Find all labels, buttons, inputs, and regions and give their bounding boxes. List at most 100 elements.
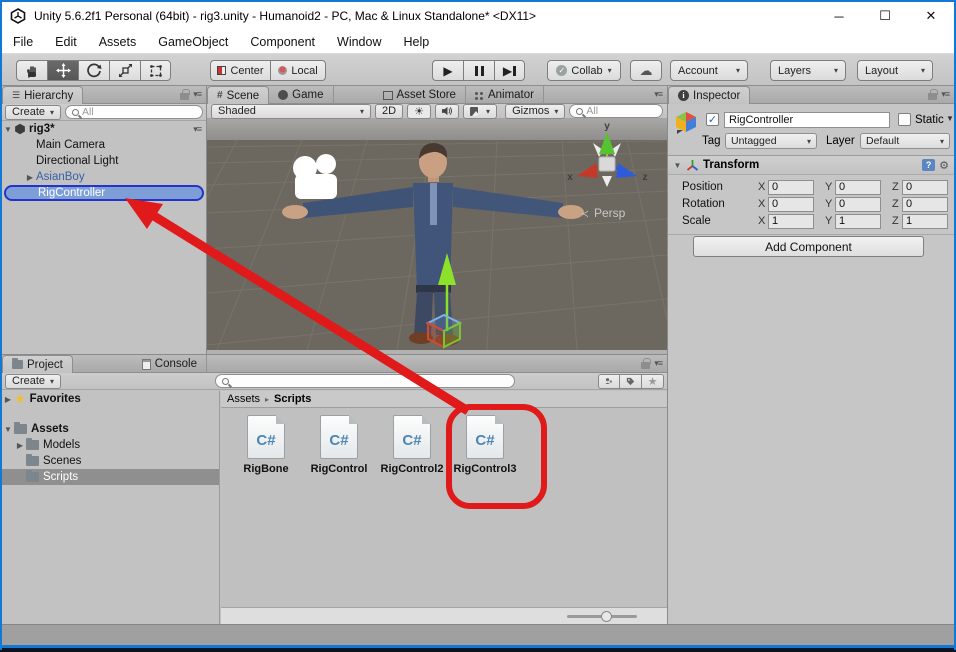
- lighting-toggle-button[interactable]: ☀: [407, 104, 431, 119]
- rotate-tool-button[interactable]: [78, 60, 109, 81]
- tab-animator[interactable]: Animator: [466, 86, 544, 104]
- help-icon[interactable]: ?: [922, 159, 935, 171]
- search-by-type-button[interactable]: [598, 374, 620, 389]
- triangle-down-icon[interactable]: ▼: [2, 125, 14, 134]
- scene-viewport[interactable]: y x z ≺ Persp: [207, 119, 667, 350]
- file-rigcontrol[interactable]: C# RigControl: [303, 415, 375, 475]
- effects-dropdown-button[interactable]: ▾: [463, 104, 497, 119]
- scale-y-field[interactable]: 1: [835, 214, 881, 229]
- audio-toggle-button[interactable]: [435, 104, 459, 119]
- favorites-filter-button[interactable]: ★: [642, 374, 664, 389]
- hierarchy-item-directional-light[interactable]: Directional Light: [2, 153, 206, 169]
- static-checkbox[interactable]: [898, 113, 911, 126]
- close-button[interactable]: ✕: [908, 2, 954, 30]
- minimize-button[interactable]: ─: [816, 2, 862, 30]
- zoom-slider-knob[interactable]: [601, 611, 612, 622]
- rotation-x-field[interactable]: 0: [768, 197, 814, 212]
- tab-project[interactable]: Project: [2, 355, 73, 373]
- rect-tool-button[interactable]: [140, 60, 171, 81]
- gear-icon[interactable]: ⚙: [939, 159, 949, 172]
- project-create-button[interactable]: Create ▾: [5, 374, 61, 389]
- triangle-right-icon[interactable]: ▶: [24, 173, 36, 182]
- step-button[interactable]: ▶: [494, 60, 525, 81]
- add-component-button[interactable]: Add Component: [693, 236, 924, 257]
- hierarchy-item-asianboy[interactable]: ▶ AsianBoy: [2, 169, 206, 185]
- position-z-field[interactable]: 0: [902, 180, 948, 195]
- play-button[interactable]: ▶: [432, 60, 463, 81]
- pane-menu-icon[interactable]: ▾≡: [193, 89, 201, 100]
- pane-menu-icon[interactable]: ▾≡: [654, 89, 662, 100]
- search-by-label-button[interactable]: [620, 374, 642, 389]
- menu-gameobject[interactable]: GameObject: [147, 30, 239, 53]
- triangle-down-icon[interactable]: ▼: [2, 425, 14, 434]
- pivot-center-button[interactable]: Center: [210, 60, 270, 81]
- hierarchy-item-main-camera[interactable]: Main Camera: [2, 137, 206, 153]
- hand-tool-button[interactable]: [16, 60, 47, 81]
- tree-item-scenes[interactable]: Scenes: [2, 453, 219, 469]
- lock-icon[interactable]: [641, 362, 650, 369]
- position-y-field[interactable]: 0: [835, 180, 881, 195]
- file-rigcontrol3[interactable]: C# RigControl3: [449, 415, 521, 475]
- position-x-field[interactable]: 0: [768, 180, 814, 195]
- pause-button[interactable]: [463, 60, 494, 81]
- tree-item-models[interactable]: ▶ Models: [2, 437, 219, 453]
- layer-dropdown[interactable]: Default ▾: [860, 133, 950, 149]
- tab-game[interactable]: Game: [269, 86, 333, 104]
- scale-x-field[interactable]: 1: [768, 214, 814, 229]
- transform-header[interactable]: ▼ Transform ? ⚙: [668, 156, 954, 175]
- scale-z-field[interactable]: 1: [902, 214, 948, 229]
- scene-menu-icon[interactable]: ▾≡: [193, 124, 206, 135]
- shading-mode-dropdown[interactable]: Shaded ▾: [211, 104, 371, 119]
- file-rigbone[interactable]: C# RigBone: [230, 415, 302, 475]
- account-dropdown[interactable]: Account ▾: [670, 60, 748, 81]
- scene-root-row[interactable]: ▼ rig3* ▾≡: [2, 121, 206, 137]
- menu-help[interactable]: Help: [392, 30, 440, 53]
- layout-dropdown[interactable]: Layout ▾: [857, 60, 933, 81]
- menu-file[interactable]: File: [2, 30, 44, 53]
- selection-gizmo-cube[interactable]: [428, 315, 460, 347]
- tab-scene[interactable]: # Scene: [207, 86, 269, 104]
- tree-item-scripts[interactable]: Scripts: [2, 469, 219, 485]
- file-rigcontrol2[interactable]: C# RigControl2: [376, 415, 448, 475]
- pane-menu-icon[interactable]: ▾≡: [941, 89, 949, 100]
- gameobject-name-field[interactable]: RigController: [724, 112, 890, 128]
- scale-tool-button[interactable]: [109, 60, 140, 81]
- cloud-button[interactable]: ☁: [630, 60, 662, 81]
- lock-icon[interactable]: [180, 93, 189, 100]
- project-search-input[interactable]: [215, 374, 515, 388]
- menu-component[interactable]: Component: [239, 30, 326, 53]
- gizmos-dropdown[interactable]: Gizmos ▾: [505, 104, 565, 119]
- layers-dropdown[interactable]: Layers ▾: [770, 60, 846, 81]
- triangle-right-icon[interactable]: ▶: [14, 441, 26, 450]
- breadcrumb-root[interactable]: Assets: [227, 393, 260, 405]
- menu-window[interactable]: Window: [326, 30, 392, 53]
- 2d-toggle-button[interactable]: 2D: [375, 104, 403, 119]
- move-tool-button[interactable]: [47, 60, 78, 81]
- tab-hierarchy[interactable]: ☰ Hierarchy: [2, 86, 83, 104]
- pane-menu-icon[interactable]: ▾≡: [654, 358, 662, 369]
- rotation-z-field[interactable]: 0: [902, 197, 948, 212]
- lock-icon[interactable]: [928, 93, 937, 100]
- static-dropdown-icon[interactable]: ▼: [946, 114, 954, 123]
- maximize-button[interactable]: ☐: [862, 2, 908, 30]
- triangle-down-icon[interactable]: ▼: [673, 161, 682, 170]
- rotation-y-field[interactable]: 0: [835, 197, 881, 212]
- breadcrumb-current[interactable]: Scripts: [274, 393, 311, 405]
- tree-item-assets[interactable]: ▼ Assets: [2, 421, 219, 437]
- tab-inspector[interactable]: i Inspector: [668, 86, 750, 104]
- tab-console[interactable]: Console: [133, 355, 207, 373]
- hierarchy-create-button[interactable]: Create ▾: [5, 105, 61, 120]
- tree-item-favorites[interactable]: ▶ ★ Favorites: [2, 391, 219, 407]
- triangle-right-icon[interactable]: ▶: [2, 395, 14, 404]
- collab-button[interactable]: ✓ Collab ▾: [547, 60, 621, 81]
- hierarchy-item-rigcontroller[interactable]: RigController: [4, 185, 204, 201]
- menu-edit[interactable]: Edit: [44, 30, 88, 53]
- tag-dropdown[interactable]: Untagged ▾: [725, 133, 817, 149]
- menu-assets[interactable]: Assets: [88, 30, 148, 53]
- tab-asset-store[interactable]: Asset Store: [374, 86, 466, 104]
- hierarchy-search-input[interactable]: All: [65, 105, 203, 119]
- persp-label[interactable]: Persp: [594, 206, 626, 220]
- active-checkbox[interactable]: ✓: [706, 113, 719, 126]
- scene-search-input[interactable]: All: [569, 104, 663, 118]
- rotation-local-button[interactable]: Local: [270, 60, 326, 81]
